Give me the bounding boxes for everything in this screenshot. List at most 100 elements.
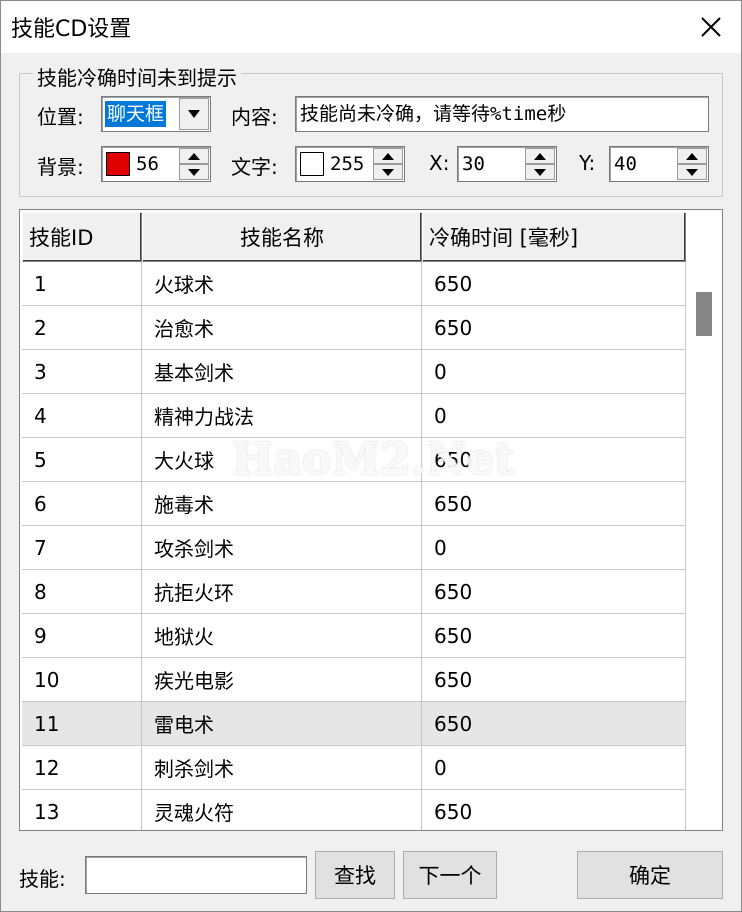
cell-name: 攻杀剑术 (142, 526, 422, 570)
background-color-value: 56 (136, 153, 159, 175)
next-button[interactable]: 下一个 (403, 851, 497, 899)
cell-cooldown: 650 (422, 702, 686, 746)
table-row[interactable]: 3 基本剑术 0 (22, 350, 686, 394)
cell-name: 施毒术 (142, 482, 422, 526)
spin-down-button[interactable] (373, 164, 403, 180)
arrow-down-icon (382, 168, 394, 176)
cell-id: 2 (22, 306, 142, 350)
table-row[interactable]: 7 攻杀剑术 0 (22, 526, 686, 570)
column-header-cooldown[interactable]: 冷确时间 [毫秒] (422, 212, 686, 262)
cell-cooldown: 650 (422, 790, 686, 830)
scrollbar-thumb[interactable] (696, 292, 712, 336)
cell-name: 雷电术 (142, 702, 422, 746)
find-button[interactable]: 查找 (315, 851, 395, 899)
cell-id: 6 (22, 482, 142, 526)
arrow-up-icon (382, 152, 394, 160)
background-color-stepper[interactable]: 56 (101, 146, 211, 182)
cell-cooldown: 650 (422, 614, 686, 658)
arrow-down-icon (534, 168, 546, 176)
x-value: 30 (462, 153, 485, 175)
cell-id: 5 (22, 438, 142, 482)
table-row[interactable]: 1 火球术 650 (22, 262, 686, 306)
position-select[interactable]: 聊天框 (101, 96, 211, 132)
ok-button[interactable]: 确定 (577, 851, 723, 899)
cell-cooldown: 0 (422, 526, 686, 570)
cell-id: 12 (22, 746, 142, 790)
cell-name: 刺杀剑术 (142, 746, 422, 790)
background-label: 背景: (37, 155, 84, 179)
spin-up-button[interactable] (179, 148, 209, 164)
cell-cooldown: 0 (422, 746, 686, 790)
cell-cooldown: 0 (422, 394, 686, 438)
cell-id: 13 (22, 790, 142, 830)
table-row[interactable]: 2 治愈术 650 (22, 306, 686, 350)
position-selected-value: 聊天框 (105, 101, 167, 127)
cell-cooldown: 0 (422, 350, 686, 394)
watermark: HaoM2.Net (232, 434, 515, 485)
column-header-id[interactable]: 技能ID (22, 212, 142, 262)
close-icon (701, 17, 721, 37)
x-spin[interactable] (525, 148, 555, 180)
cell-cooldown: 650 (422, 262, 686, 306)
table-header: 技能ID 技能名称 冷确时间 [毫秒] (22, 212, 686, 262)
cell-name: 疾光电影 (142, 658, 422, 702)
cell-id: 11 (22, 702, 142, 746)
y-stepper[interactable]: 40 (609, 146, 709, 182)
table-row[interactable]: 4 精神力战法 0 (22, 394, 686, 438)
spin-up-button[interactable] (677, 148, 707, 164)
y-label: Y: (579, 151, 596, 175)
spin-up-button[interactable] (525, 148, 555, 164)
spin-down-button[interactable] (525, 164, 555, 180)
table-row[interactable]: 11 雷电术 650 (22, 702, 686, 746)
cell-name: 地狱火 (142, 614, 422, 658)
cd-tip-group-title: 技能冷确时间未到提示 (33, 62, 241, 91)
cell-cooldown: 650 (422, 570, 686, 614)
text-color-swatch[interactable] (300, 152, 324, 176)
content-input[interactable]: 技能尚未冷确，请等待%time秒 (295, 96, 709, 132)
position-dropdown-button[interactable] (179, 98, 209, 130)
close-button[interactable] (681, 1, 741, 53)
cell-id: 3 (22, 350, 142, 394)
background-spin[interactable] (179, 148, 209, 180)
cell-name: 灵魂火符 (142, 790, 422, 830)
content-label: 内容: (231, 105, 278, 129)
cell-cooldown: 650 (422, 482, 686, 526)
background-color-swatch[interactable] (106, 152, 130, 176)
y-spin[interactable] (677, 148, 707, 180)
position-label: 位置: (37, 105, 84, 129)
cell-cooldown: 650 (422, 658, 686, 702)
skill-search-input[interactable] (85, 856, 307, 894)
window-title: 技能CD设置 (11, 17, 132, 42)
spin-down-button[interactable] (677, 164, 707, 180)
cell-name: 精神力战法 (142, 394, 422, 438)
y-value: 40 (614, 153, 637, 175)
x-stepper[interactable]: 30 (457, 146, 557, 182)
cell-name: 火球术 (142, 262, 422, 306)
cell-name: 基本剑术 (142, 350, 422, 394)
text-color-stepper[interactable]: 255 (295, 146, 405, 182)
table-row[interactable]: 10 疾光电影 650 (22, 658, 686, 702)
cell-id: 9 (22, 614, 142, 658)
cell-cooldown: 650 (422, 306, 686, 350)
skill-table[interactable]: 技能ID 技能名称 冷确时间 [毫秒] 1 火球术 650 2 治愈术 650 3 基本剑术 0… (19, 209, 723, 831)
cell-id: 4 (22, 394, 142, 438)
arrow-up-icon (534, 152, 546, 160)
cell-id: 1 (22, 262, 142, 306)
table-row[interactable]: 8 抗拒火环 650 (22, 570, 686, 614)
column-header-name[interactable]: 技能名称 (142, 212, 422, 262)
table-row[interactable]: 13 灵魂火符 650 (22, 790, 686, 830)
title-bar[interactable]: 技能CD设置 (1, 1, 741, 53)
chevron-down-icon (188, 110, 200, 118)
arrow-up-icon (188, 152, 200, 160)
table-row[interactable]: 6 施毒术 650 (22, 482, 686, 526)
skill-search-label: 技能: (19, 867, 66, 891)
cell-id: 10 (22, 658, 142, 702)
text-color-spin[interactable] (373, 148, 403, 180)
table-row[interactable]: 9 地狱火 650 (22, 614, 686, 658)
spin-down-button[interactable] (179, 164, 209, 180)
arrow-down-icon (686, 168, 698, 176)
table-body: 1 火球术 650 2 治愈术 650 3 基本剑术 0 4 精神力战法 0 5 大火球 650 6 施毒术 65… (22, 262, 686, 830)
spin-up-button[interactable] (373, 148, 403, 164)
table-row[interactable]: 12 刺杀剑术 0 (22, 746, 686, 790)
vertical-scrollbar[interactable] (686, 262, 722, 830)
